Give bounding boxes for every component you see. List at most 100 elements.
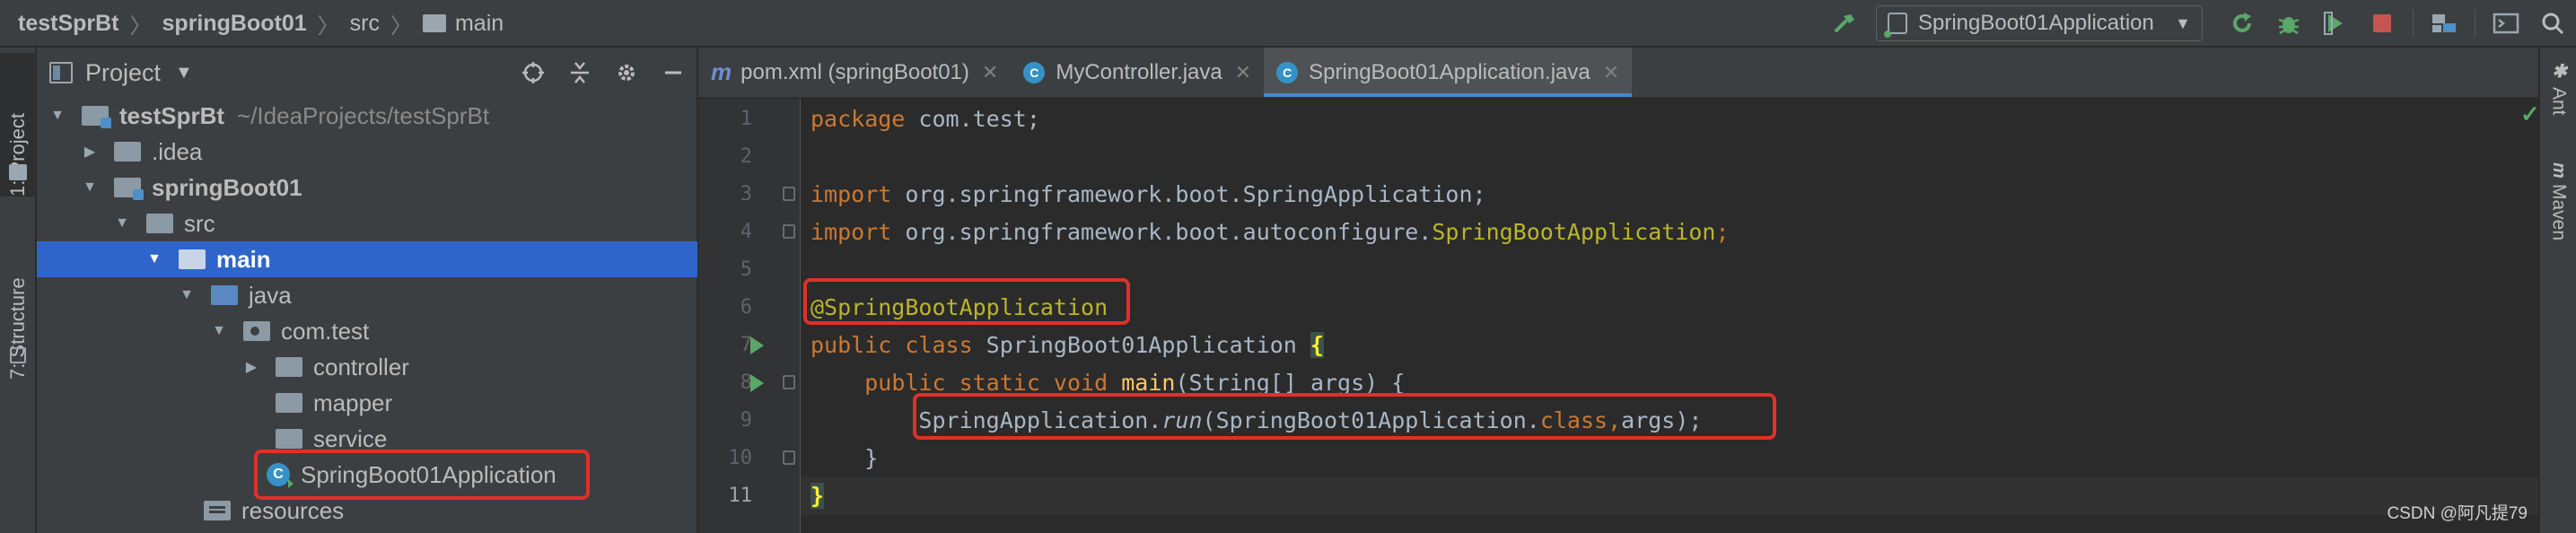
breadcrumb-item-project[interactable]: testSprBt: [18, 11, 119, 37]
rerun-icon[interactable]: [2229, 10, 2256, 37]
tab-springboot01application[interactable]: C SpringBoot01Application.java ✕: [1264, 48, 1633, 97]
tree-item-mapper[interactable]: mapper: [37, 385, 697, 421]
ant-icon: ✱: [2548, 60, 2569, 82]
code-text: com.test;: [905, 106, 1040, 132]
comma: ,: [1608, 407, 1622, 433]
code-line: public class SpringBoot01Application {: [802, 327, 2538, 364]
fold-icon[interactable]: [783, 375, 795, 389]
line-number: 10: [728, 447, 753, 469]
class-icon: C: [1023, 61, 1046, 83]
search-icon[interactable]: [2539, 10, 2566, 37]
tree-item-idea[interactable]: ▶ .idea: [37, 134, 697, 170]
minimize-icon[interactable]: [661, 60, 686, 85]
tree-item-package[interactable]: ▼ com.test: [37, 313, 697, 349]
tool-tab-ant[interactable]: ✱ Ant: [2540, 60, 2576, 116]
run-gutter-icon[interactable]: [750, 336, 764, 354]
close-icon[interactable]: ✕: [1603, 61, 1619, 84]
run-configuration-label: SpringBoot01Application: [1918, 11, 2154, 35]
fold-icon[interactable]: [783, 187, 795, 201]
breadcrumb-item-main[interactable]: main: [422, 11, 504, 37]
code-line: @SpringBootApplication: [802, 289, 2538, 327]
code-line: public static void main(String[] args) {: [802, 364, 2538, 402]
tree-item-main[interactable]: ▼ main: [37, 241, 697, 277]
code-editor[interactable]: package com.test; import org.springframe…: [802, 99, 2538, 533]
fold-icon[interactable]: [783, 224, 795, 239]
tree-item-label: mapper: [313, 389, 393, 416]
tree-item-module[interactable]: ▼ springBoot01: [37, 170, 697, 205]
project-view-icon: [49, 62, 73, 83]
project-structure-icon[interactable]: [2431, 10, 2458, 37]
tree-item-label: SpringBoot01Application: [301, 460, 556, 488]
stop-icon[interactable]: [2369, 10, 2396, 37]
chevron-right-icon: 〉: [390, 13, 412, 39]
tree-item-controller[interactable]: ▶ controller: [37, 349, 697, 385]
collapse-all-icon[interactable]: [567, 60, 592, 85]
matched-brace: {: [1310, 332, 1324, 358]
line-number: 1: [740, 108, 752, 130]
source-folder-icon: [211, 285, 238, 305]
line-number: 9: [740, 409, 752, 432]
chevron-down-icon[interactable]: ▼: [175, 63, 193, 83]
tree-item-java[interactable]: ▼ java: [37, 277, 697, 313]
tree-item-src[interactable]: ▼ src: [37, 205, 697, 241]
chevron-down-icon[interactable]: ▼: [145, 249, 164, 269]
run-with-coverage-icon[interactable]: [2322, 10, 2349, 37]
line-number: 5: [740, 258, 752, 281]
code-text: args);: [1621, 407, 1703, 433]
tree-item-application-class[interactable]: C SpringBoot01Application: [37, 457, 697, 493]
module-folder-icon: [114, 178, 144, 200]
folder-icon: [276, 393, 302, 413]
project-panel-title[interactable]: Project: [85, 59, 161, 87]
main-toolbar: SpringBoot01Application ▼: [1822, 0, 2576, 47]
chevron-down-icon[interactable]: ▼: [80, 178, 100, 197]
line-number: 4: [740, 221, 752, 243]
breadcrumb-item-module[interactable]: springBoot01: [162, 11, 307, 37]
locate-target-icon[interactable]: [521, 60, 546, 85]
chevron-right-icon[interactable]: ▶: [241, 357, 261, 377]
structure-tool-icon: [10, 347, 26, 363]
method-name: main: [1121, 370, 1176, 396]
chevron-down-icon[interactable]: ▼: [48, 106, 67, 126]
chevron-down-icon[interactable]: ▼: [209, 321, 229, 341]
tab-mycontroller[interactable]: C MyController.java ✕: [1011, 48, 1264, 97]
editor-tab-bar: m pom.xml (springBoot01) ✕ C MyControlle…: [698, 48, 2538, 98]
folder-icon: [276, 357, 302, 377]
breadcrumb-item-src[interactable]: src: [350, 11, 380, 37]
code-line: package com.test;: [802, 100, 2538, 138]
tree-item-project-root[interactable]: ▼ testSprBt ~/IdeaProjects/testSprBt: [37, 98, 697, 134]
code-line: SpringApplication.run(SpringBoot01Applic…: [802, 402, 2538, 440]
build-hammer-icon[interactable]: [1832, 10, 1859, 37]
line-number: 2: [740, 145, 752, 168]
project-panel-header: Project ▼: [37, 48, 697, 98]
left-tool-window-strip: 1: Project 7: Structure: [0, 48, 36, 533]
close-icon[interactable]: ✕: [1235, 61, 1251, 84]
tree-item-label: java: [249, 281, 292, 309]
line-number: 6: [740, 296, 752, 319]
tree-item-label: service: [313, 424, 388, 452]
run-gutter-icon[interactable]: [750, 374, 764, 392]
tree-item-resources[interactable]: resources: [37, 493, 697, 529]
close-icon[interactable]: ✕: [982, 61, 998, 84]
run-configuration-select[interactable]: SpringBoot01Application ▼: [1876, 5, 2203, 41]
line-number: 3: [740, 183, 752, 205]
keyword: public class: [810, 332, 973, 358]
fold-icon[interactable]: [783, 450, 795, 465]
chevron-down-icon[interactable]: ▼: [112, 214, 132, 233]
matched-brace: }: [810, 483, 825, 509]
module-folder-icon: [82, 106, 111, 128]
gear-icon[interactable]: [614, 60, 639, 85]
debug-bug-icon[interactable]: [2275, 10, 2302, 37]
folder-icon: [114, 142, 141, 162]
tool-tab-maven[interactable]: m Maven: [2540, 162, 2576, 240]
code-text: SpringBoot01Application: [972, 332, 1310, 358]
project-path: ~/IdeaProjects/testSprBt: [237, 101, 490, 129]
tree-item-service[interactable]: service: [37, 421, 697, 457]
chevron-right-icon[interactable]: ▶: [80, 142, 100, 162]
terminal-icon[interactable]: [2493, 10, 2519, 37]
tab-pom-xml[interactable]: m pom.xml (springBoot01) ✕: [698, 48, 1011, 97]
chevron-down-icon[interactable]: ▼: [177, 285, 197, 305]
code-text: }: [864, 445, 879, 471]
code-text: (SpringBoot01Application.: [1202, 407, 1540, 433]
annotation-class: SpringBootApplication: [1432, 219, 1716, 245]
